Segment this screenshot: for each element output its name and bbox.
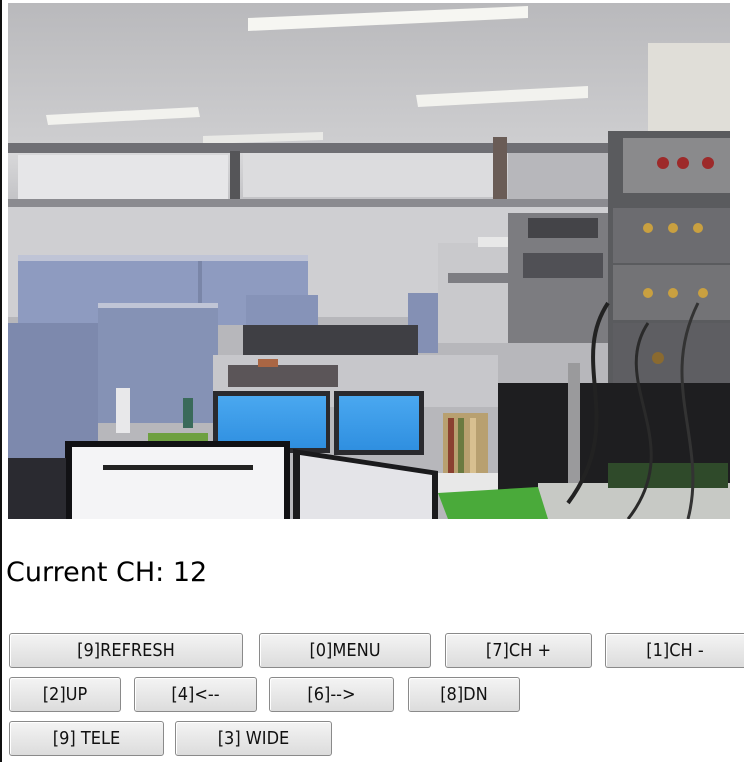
pan-right-button[interactable]: [6]--> bbox=[269, 677, 394, 712]
tilt-up-button[interactable]: [2]UP bbox=[9, 677, 121, 712]
menu-button[interactable]: [0]MENU bbox=[259, 633, 431, 668]
zoom-tele-button[interactable]: [9] TELE bbox=[9, 721, 164, 756]
tilt-down-button[interactable]: [8]DN bbox=[408, 677, 520, 712]
zoom-wide-button[interactable]: [3] WIDE bbox=[175, 721, 332, 756]
viewer-page: Current CH: 12 [9]REFRESH [0]MENU [7]CH … bbox=[0, 0, 744, 762]
camera-video-feed bbox=[8, 3, 730, 519]
refresh-button[interactable]: [9]REFRESH bbox=[9, 633, 243, 668]
channel-down-button[interactable]: [1]CH - bbox=[605, 633, 744, 668]
window-left-border bbox=[0, 0, 2, 762]
channel-up-button[interactable]: [7]CH + bbox=[445, 633, 592, 668]
pan-left-button[interactable]: [4]<-- bbox=[134, 677, 257, 712]
current-channel-label: Current CH: 12 bbox=[6, 557, 208, 588]
